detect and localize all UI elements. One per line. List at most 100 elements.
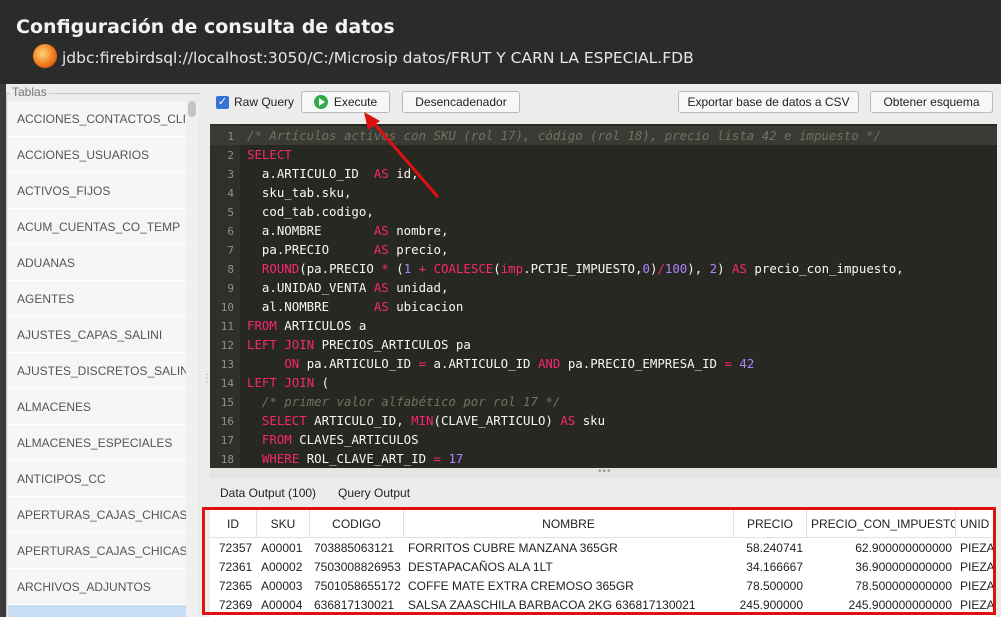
grid-cell: 7503008826953: [314, 560, 401, 574]
editor-line[interactable]: 1/* Artículos activos con SKU (rol 17), …: [210, 126, 997, 145]
line-number: 9: [227, 282, 234, 295]
grid-cell: 78.500000000000: [855, 579, 952, 593]
table-list-item[interactable]: AGENTES: [8, 281, 186, 317]
column-header[interactable]: SKU: [257, 510, 310, 538]
editor-line[interactable]: 8 ROUND(pa.PRECIO * (1 + COALESCE(imp.PC…: [210, 259, 997, 278]
grid-cell: 245.900000: [739, 598, 803, 612]
line-number: 12: [220, 339, 234, 352]
editor-line[interactable]: 2 SELECT: [210, 145, 997, 164]
raw-query-checkbox[interactable]: ✓: [216, 96, 229, 109]
table-row[interactable]: 72369 A00004 636817130021 SALSA ZAASCHILA B…: [210, 595, 995, 615]
table-list-item[interactable]: ADUANAS: [8, 245, 186, 281]
line-number: 4: [227, 187, 234, 200]
editor-line[interactable]: 11 FROM ARTICULOS a: [210, 316, 997, 335]
grid-cell: 72365: [218, 579, 253, 593]
table-list-item[interactable]: ACUM_CUENTAS_CO_TEMP: [8, 209, 186, 245]
line-number: 15: [220, 396, 234, 409]
line-number: 18: [220, 453, 234, 466]
connection-string: jdbc:firebirdsql://localhost:3050/C:/Mic…: [62, 49, 694, 67]
editor-line[interactable]: 14 LEFT JOIN (: [210, 373, 997, 392]
line-number: 6: [227, 225, 234, 238]
sql-editor[interactable]: 1/* Artículos activos con SKU (rol 17), …: [210, 124, 997, 468]
table-list-item[interactable]: [8, 605, 186, 617]
grid-cell: 7501058655172: [314, 579, 401, 593]
column-header[interactable]: NOMBRE: [404, 510, 734, 538]
table-list-item[interactable]: AJUSTES_CAPAS_SALINI: [8, 317, 186, 353]
editor-line[interactable]: 10 al.NOMBRE AS ubicacion: [210, 297, 997, 316]
tables-legend: Tablas: [10, 85, 49, 99]
splitter-grip-icon[interactable]: •••: [598, 466, 612, 477]
results-grid[interactable]: ID SKU CODIGO NOMBRE PRECIO PRECIO_CON_IMPUES…: [210, 510, 995, 617]
editor-line[interactable]: 7 pa.PRECIO AS precio,: [210, 240, 997, 259]
grid-cell: A00002: [261, 560, 303, 574]
grid-cell: 636817130021: [314, 598, 395, 612]
line-number: 13: [220, 358, 234, 371]
table-row[interactable]: 72357 A00001 703885063121 FORRITOS CUBRE MA…: [210, 538, 995, 558]
tables-scrollbar[interactable]: [186, 101, 198, 617]
trigger-button[interactable]: Desencadenador: [402, 91, 520, 113]
scrollbar-thumb[interactable]: [188, 101, 196, 117]
grid-cell: 72361: [218, 560, 253, 574]
grid-cell: 72357: [218, 541, 253, 555]
grid-cell: 62.900000000000: [855, 541, 952, 555]
grid-cell: 34.166667: [746, 560, 803, 574]
tab-query-output[interactable]: Query Output: [338, 486, 410, 500]
tab-data-output[interactable]: Data Output (100): [220, 486, 316, 500]
editor-line[interactable]: 4 sku_tab.sku,: [210, 183, 997, 202]
table-list-item[interactable]: AJUSTES_DISCRETOS_SALINI: [8, 353, 186, 389]
table-list-item[interactable]: ACCIONES_USUARIOS: [8, 137, 186, 173]
editor-line[interactable]: 15 /* primer valor alfabético por rol 17…: [210, 392, 997, 411]
play-icon: [313, 95, 328, 109]
editor-line[interactable]: 13 ON pa.ARTICULO_ID = a.ARTICULO_ID AND…: [210, 354, 997, 373]
editor-line[interactable]: 9 a.UNIDAD_VENTA AS unidad,: [210, 278, 997, 297]
editor-line[interactable]: 16 SELECT ARTICULO_ID, MIN(CLAVE_ARTICUL…: [210, 411, 997, 430]
line-number: 16: [220, 415, 234, 428]
grid-header-row: ID SKU CODIGO NOMBRE PRECIO PRECIO_CON_IMPUES…: [210, 510, 995, 538]
table-list-item[interactable]: ALMACENES: [8, 389, 186, 425]
table-list-item[interactable]: ACTIVOS_FIJOS: [8, 173, 186, 209]
execute-button[interactable]: Execute: [301, 91, 390, 113]
column-header[interactable]: PRECIO_CON_IMPUESTO: [807, 510, 956, 538]
table-row[interactable]: 72365 A00003 7501058655172 COFFE MATE EXTRA…: [210, 576, 995, 596]
line-number: 5: [227, 206, 234, 219]
editor-line[interactable]: 17 FROM CLAVES_ARTICULOS: [210, 430, 997, 449]
editor-line[interactable]: 12 LEFT JOIN PRECIOS_ARTICULOS pa: [210, 335, 997, 354]
line-number: 1: [227, 130, 234, 143]
table-list-item[interactable]: APERTURAS_CAJAS_CHICAS: [8, 497, 186, 533]
column-header[interactable]: PRECIO: [734, 510, 807, 538]
editor-line[interactable]: 5 cod_tab.codigo,: [210, 202, 997, 221]
column-header[interactable]: ID: [210, 510, 257, 538]
vertical-splitter[interactable]: [200, 84, 210, 617]
column-header[interactable]: CODIGO: [310, 510, 404, 538]
line-number: 2: [227, 149, 234, 162]
grid-cell: SALSA ZAASCHILA BARBACOA 2KG 63681713002…: [408, 598, 696, 612]
grid-cell: 703885063121: [314, 541, 395, 555]
raw-query-label[interactable]: Raw Query: [234, 95, 294, 109]
grid-cell: 36.900000000000: [855, 560, 952, 574]
table-list-item[interactable]: APERTURAS_CAJAS_CHICAS_DET: [8, 533, 186, 569]
tables-list[interactable]: ACCIONES_CONTACTOS_CLIENTESACCIONES_USUA…: [8, 101, 186, 617]
grid-cell: PIEZA: [960, 541, 995, 555]
table-list-item[interactable]: ACCIONES_CONTACTOS_CLIENTES: [8, 101, 186, 137]
line-number: 11: [220, 320, 234, 333]
grid-cell: A00004: [261, 598, 303, 612]
splitter-grip-icon[interactable]: ⋮: [202, 374, 212, 384]
table-list-item[interactable]: ANTICIPOS_CC: [8, 461, 186, 497]
grid-cell: COFFE MATE EXTRA CREMOSO 365GR: [408, 579, 634, 593]
grid-cell: A00001: [261, 541, 303, 555]
export-csv-button[interactable]: Exportar base de datos a CSV: [678, 91, 859, 113]
grid-cell: DESTAPACAÑOS ALA 1LT: [408, 560, 553, 574]
grid-cell: PIEZA: [960, 579, 995, 593]
window-title: Configuración de consulta de datos: [16, 16, 395, 38]
table-list-item[interactable]: ARCHIVOS_ADJUNTOS: [8, 569, 186, 605]
editor-line[interactable]: 3 a.ARTICULO_ID AS id,: [210, 164, 997, 183]
grid-scrollbar[interactable]: [995, 510, 1001, 617]
grid-cell: 245.900000000000: [848, 598, 952, 612]
column-header[interactable]: UNID: [956, 510, 995, 538]
editor-line[interactable]: 6 a.NOMBRE AS nombre,: [210, 221, 997, 240]
firebird-logo-icon: [33, 44, 57, 68]
table-row[interactable]: 72361 A00002 7503008826953 DESTAPACAÑOS ALA…: [210, 557, 995, 577]
line-number: 10: [220, 301, 234, 314]
get-schema-button[interactable]: Obtener esquema: [870, 91, 993, 113]
table-list-item[interactable]: ALMACENES_ESPECIALES: [8, 425, 186, 461]
